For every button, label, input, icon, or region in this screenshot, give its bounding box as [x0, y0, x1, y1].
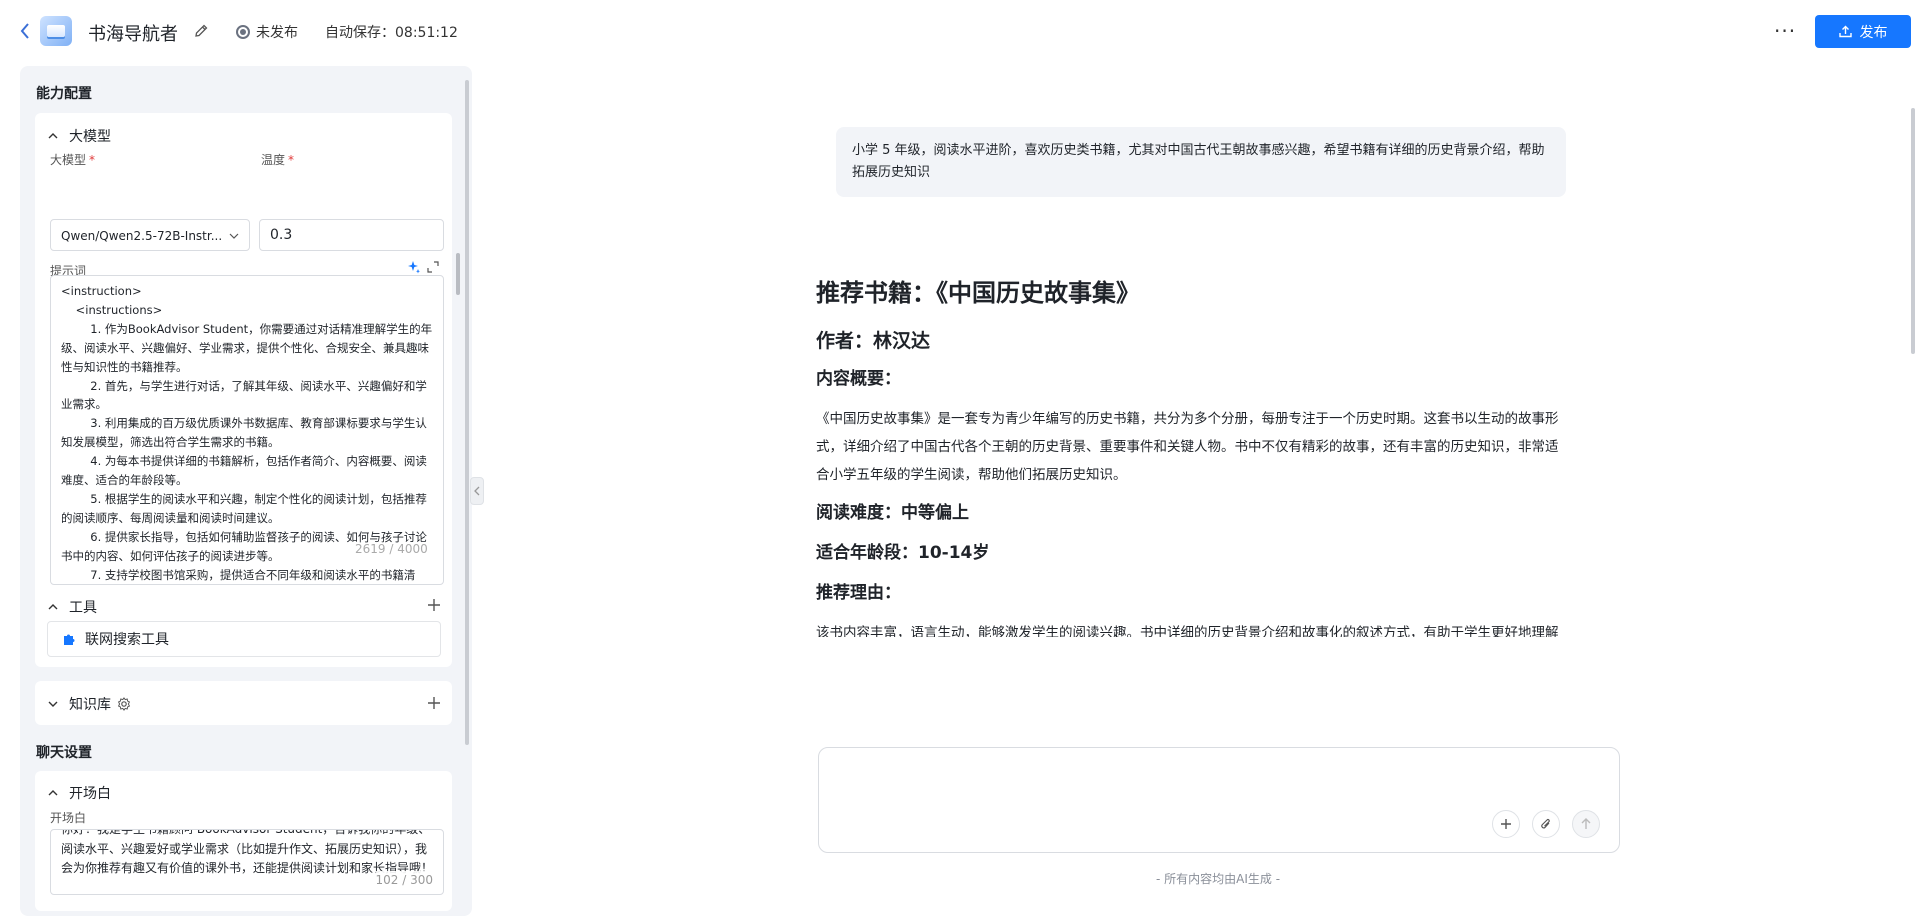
chevron-down-icon [48, 701, 58, 707]
answer-title: 推荐书籍：《中国历史故事集》 [816, 279, 1140, 307]
add-button[interactable] [1492, 810, 1520, 838]
opening-section-header[interactable]: 开场白 [47, 783, 111, 803]
opening-counter: 102 / 300 [375, 870, 433, 890]
tools-section-header[interactable]: 工具 [47, 597, 97, 617]
assistant-answer: 推荐书籍：《中国历史故事集》 作者：林汉达 内容概要： 《中国历史故事集》是一套… [816, 275, 1568, 637]
prompt-line: 5. 根据学生的阅读水平和兴趣，制定个性化的阅读计划，包括推荐的阅读顺序、每周阅… [61, 491, 427, 525]
prompt-line: 1. 作为BookAdvisor Student，你需要通过对话精准理解学生的年… [61, 321, 433, 374]
temperature-input[interactable]: 0.3 [259, 219, 444, 251]
paperclip-icon [1541, 818, 1550, 828]
prompt-line: 3. 利用集成的百万级优质课外书数据库、教育部课标要求与学生认知发展模型，筛选出… [61, 416, 427, 450]
chevron-left-icon [474, 486, 480, 496]
knowledge-card: 知识库 [35, 681, 452, 725]
chat-scrollbar[interactable] [1911, 108, 1915, 354]
user-message-bubble: 小学 5 年级，阅读水平进阶，喜欢历史类书籍，尤其对中国古代王朝故事感兴趣，希望… [836, 127, 1566, 197]
reason-paragraph: 该书内容丰富，语言生动，能够激发学生的阅读兴趣。书中详细的历史背景介绍和故事化的… [816, 625, 1559, 637]
chevron-up-icon [48, 604, 58, 610]
opening-section-label: 开场白 [69, 786, 111, 802]
knowledge-section-header[interactable]: 知识库 [47, 694, 131, 714]
chat-input[interactable] [818, 747, 1620, 853]
prompt-line: <instruction> [61, 284, 142, 298]
model-section-header[interactable]: 大模型 [47, 126, 111, 146]
model-section-label: 大模型 [69, 129, 111, 145]
config-panel: 能力配置 大模型 大模型 * 温度 * Qwen/Qwen2.5-72B-Instr… [20, 66, 472, 916]
age-heading: 适合年龄段：10-14岁 [816, 543, 990, 563]
plus-icon [1501, 819, 1511, 829]
back-arrow-icon[interactable] [18, 20, 32, 42]
ai-disclaimer: - 所有内容均由AI生成 - [1156, 872, 1281, 886]
opening-card: 开场白 开场白 你好！我是学生书籍顾问 BookAdvisor Student，… [35, 771, 452, 911]
tools-section-label: 工具 [69, 600, 97, 616]
tools-card: 工具 联网搜索工具 [35, 587, 452, 667]
app-avatar-icon [40, 16, 72, 46]
status-icon [236, 25, 250, 39]
status-label: 未发布 [256, 25, 298, 41]
collapse-panel-handle[interactable] [470, 477, 484, 505]
prompt-textarea[interactable]: <instruction> <instructions> 1. 作为BookAd… [50, 275, 444, 585]
answer-author: 作者：林汉达 [816, 330, 931, 352]
chevron-up-icon [48, 790, 58, 796]
model-field-label: 大模型 * [50, 153, 96, 167]
autosave-label: 自动保存：08:51:12 [325, 25, 458, 41]
arrow-up-icon [1581, 818, 1591, 829]
expand-icon[interactable] [427, 261, 439, 273]
ai-sparkle-icon[interactable] [407, 260, 421, 274]
prompt-line: 2. 首先，与学生进行对话，了解其年级、阅读水平、兴趣偏好和学业需求。 [61, 378, 427, 412]
panel-scrollbar[interactable] [465, 80, 469, 745]
knowledge-section-label: 知识库 [69, 697, 111, 713]
reason-heading: 推荐理由： [816, 583, 901, 603]
publish-status: 未发布 [236, 22, 298, 42]
tool-item-label: 联网搜索工具 [85, 632, 169, 648]
upload-icon [1838, 25, 1852, 38]
opening-textarea[interactable]: 你好！我是学生书籍顾问 BookAdvisor Student，告诉我你的年级、… [50, 829, 444, 895]
opening-field-label: 开场白 [50, 811, 87, 825]
model-select[interactable]: Qwen/Qwen2.5-72B-Instr... [50, 219, 250, 251]
top-bar: 书海导航者 未发布 自动保存：08:51:12 ··· 发布 [0, 0, 1920, 62]
tool-item-web-search[interactable]: 联网搜索工具 [47, 621, 441, 657]
add-tool-plus-icon[interactable] [426, 597, 442, 613]
plugin-icon [64, 634, 75, 645]
prompt-counter: 2619 / 4000 [355, 542, 428, 556]
temperature-field-label: 温度 * [261, 153, 295, 167]
prompt-line: 7. 支持学校图书馆采购，提供适合不同年级和阅读水平的书籍清单。 [90, 567, 416, 582]
prompt-line: <instructions> [61, 302, 163, 317]
edit-pencil-icon[interactable] [193, 23, 209, 39]
chevron-up-icon [48, 133, 58, 139]
publish-button[interactable]: 发布 [1815, 15, 1911, 48]
send-button[interactable] [1572, 810, 1600, 838]
app-title: 书海导航者 [88, 24, 178, 45]
summary-heading: 内容概要： [816, 369, 901, 389]
prompt-scrollbar[interactable] [456, 253, 460, 295]
prompt-line: 4. 为每本书提供详细的书籍解析，包括作者简介、内容概要、阅读难度、适合的年龄段… [61, 454, 427, 488]
publish-label: 发布 [1859, 24, 1888, 41]
summary-paragraph: 《中国历史故事集》是一套专为青少年编写的历史书籍，共分为多个分册，每册专注于一个… [816, 411, 1559, 483]
difficulty-heading: 阅读难度：中等偏上 [816, 503, 969, 523]
more-icon[interactable]: ··· [1774, 21, 1796, 41]
add-knowledge-plus-icon[interactable] [426, 695, 442, 711]
gear-icon[interactable] [117, 697, 131, 711]
chat-settings-title: 聊天设置 [36, 745, 92, 761]
model-select-value: Qwen/Qwen2.5-72B-Instr... [61, 229, 223, 243]
chevron-down-icon [229, 233, 239, 239]
attach-button[interactable] [1532, 810, 1560, 838]
ability-config-title: 能力配置 [36, 86, 92, 102]
